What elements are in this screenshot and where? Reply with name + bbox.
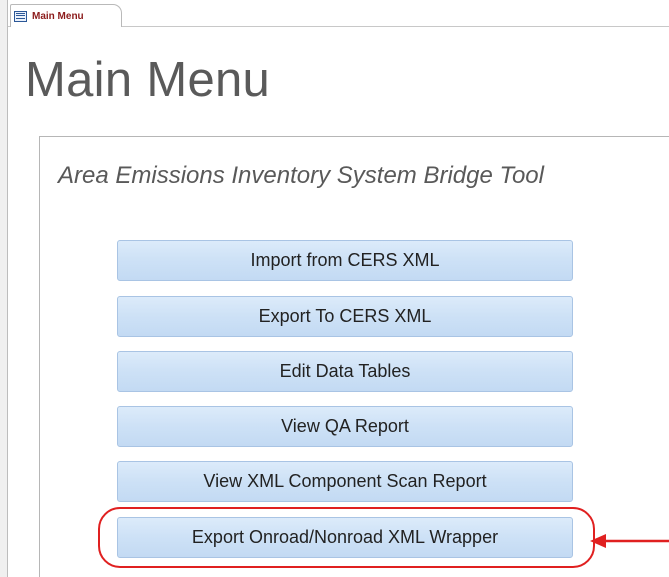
import-from-cers-xml-button[interactable]: Import from CERS XML bbox=[117, 240, 573, 281]
navigation-pane-edge bbox=[0, 0, 8, 577]
view-xml-component-scan-report-button[interactable]: View XML Component Scan Report bbox=[117, 461, 573, 502]
page-title: Main Menu bbox=[25, 53, 271, 107]
export-onroad-nonroad-xml-wrapper-button[interactable]: Export Onroad/Nonroad XML Wrapper bbox=[117, 517, 573, 558]
tab-label: Main Menu bbox=[32, 10, 84, 22]
view-qa-report-button[interactable]: View QA Report bbox=[117, 406, 573, 447]
page-subtitle: Area Emissions Inventory System Bridge T… bbox=[58, 162, 544, 189]
document-tab-strip: Main Menu bbox=[8, 0, 669, 27]
edit-data-tables-button[interactable]: Edit Data Tables bbox=[117, 351, 573, 392]
access-form-window: Main Menu Main Menu Area Emissions Inven… bbox=[0, 0, 669, 577]
form-icon bbox=[14, 10, 27, 22]
export-to-cers-xml-button[interactable]: Export To CERS XML bbox=[117, 296, 573, 337]
tab-main-menu[interactable]: Main Menu bbox=[10, 4, 122, 27]
